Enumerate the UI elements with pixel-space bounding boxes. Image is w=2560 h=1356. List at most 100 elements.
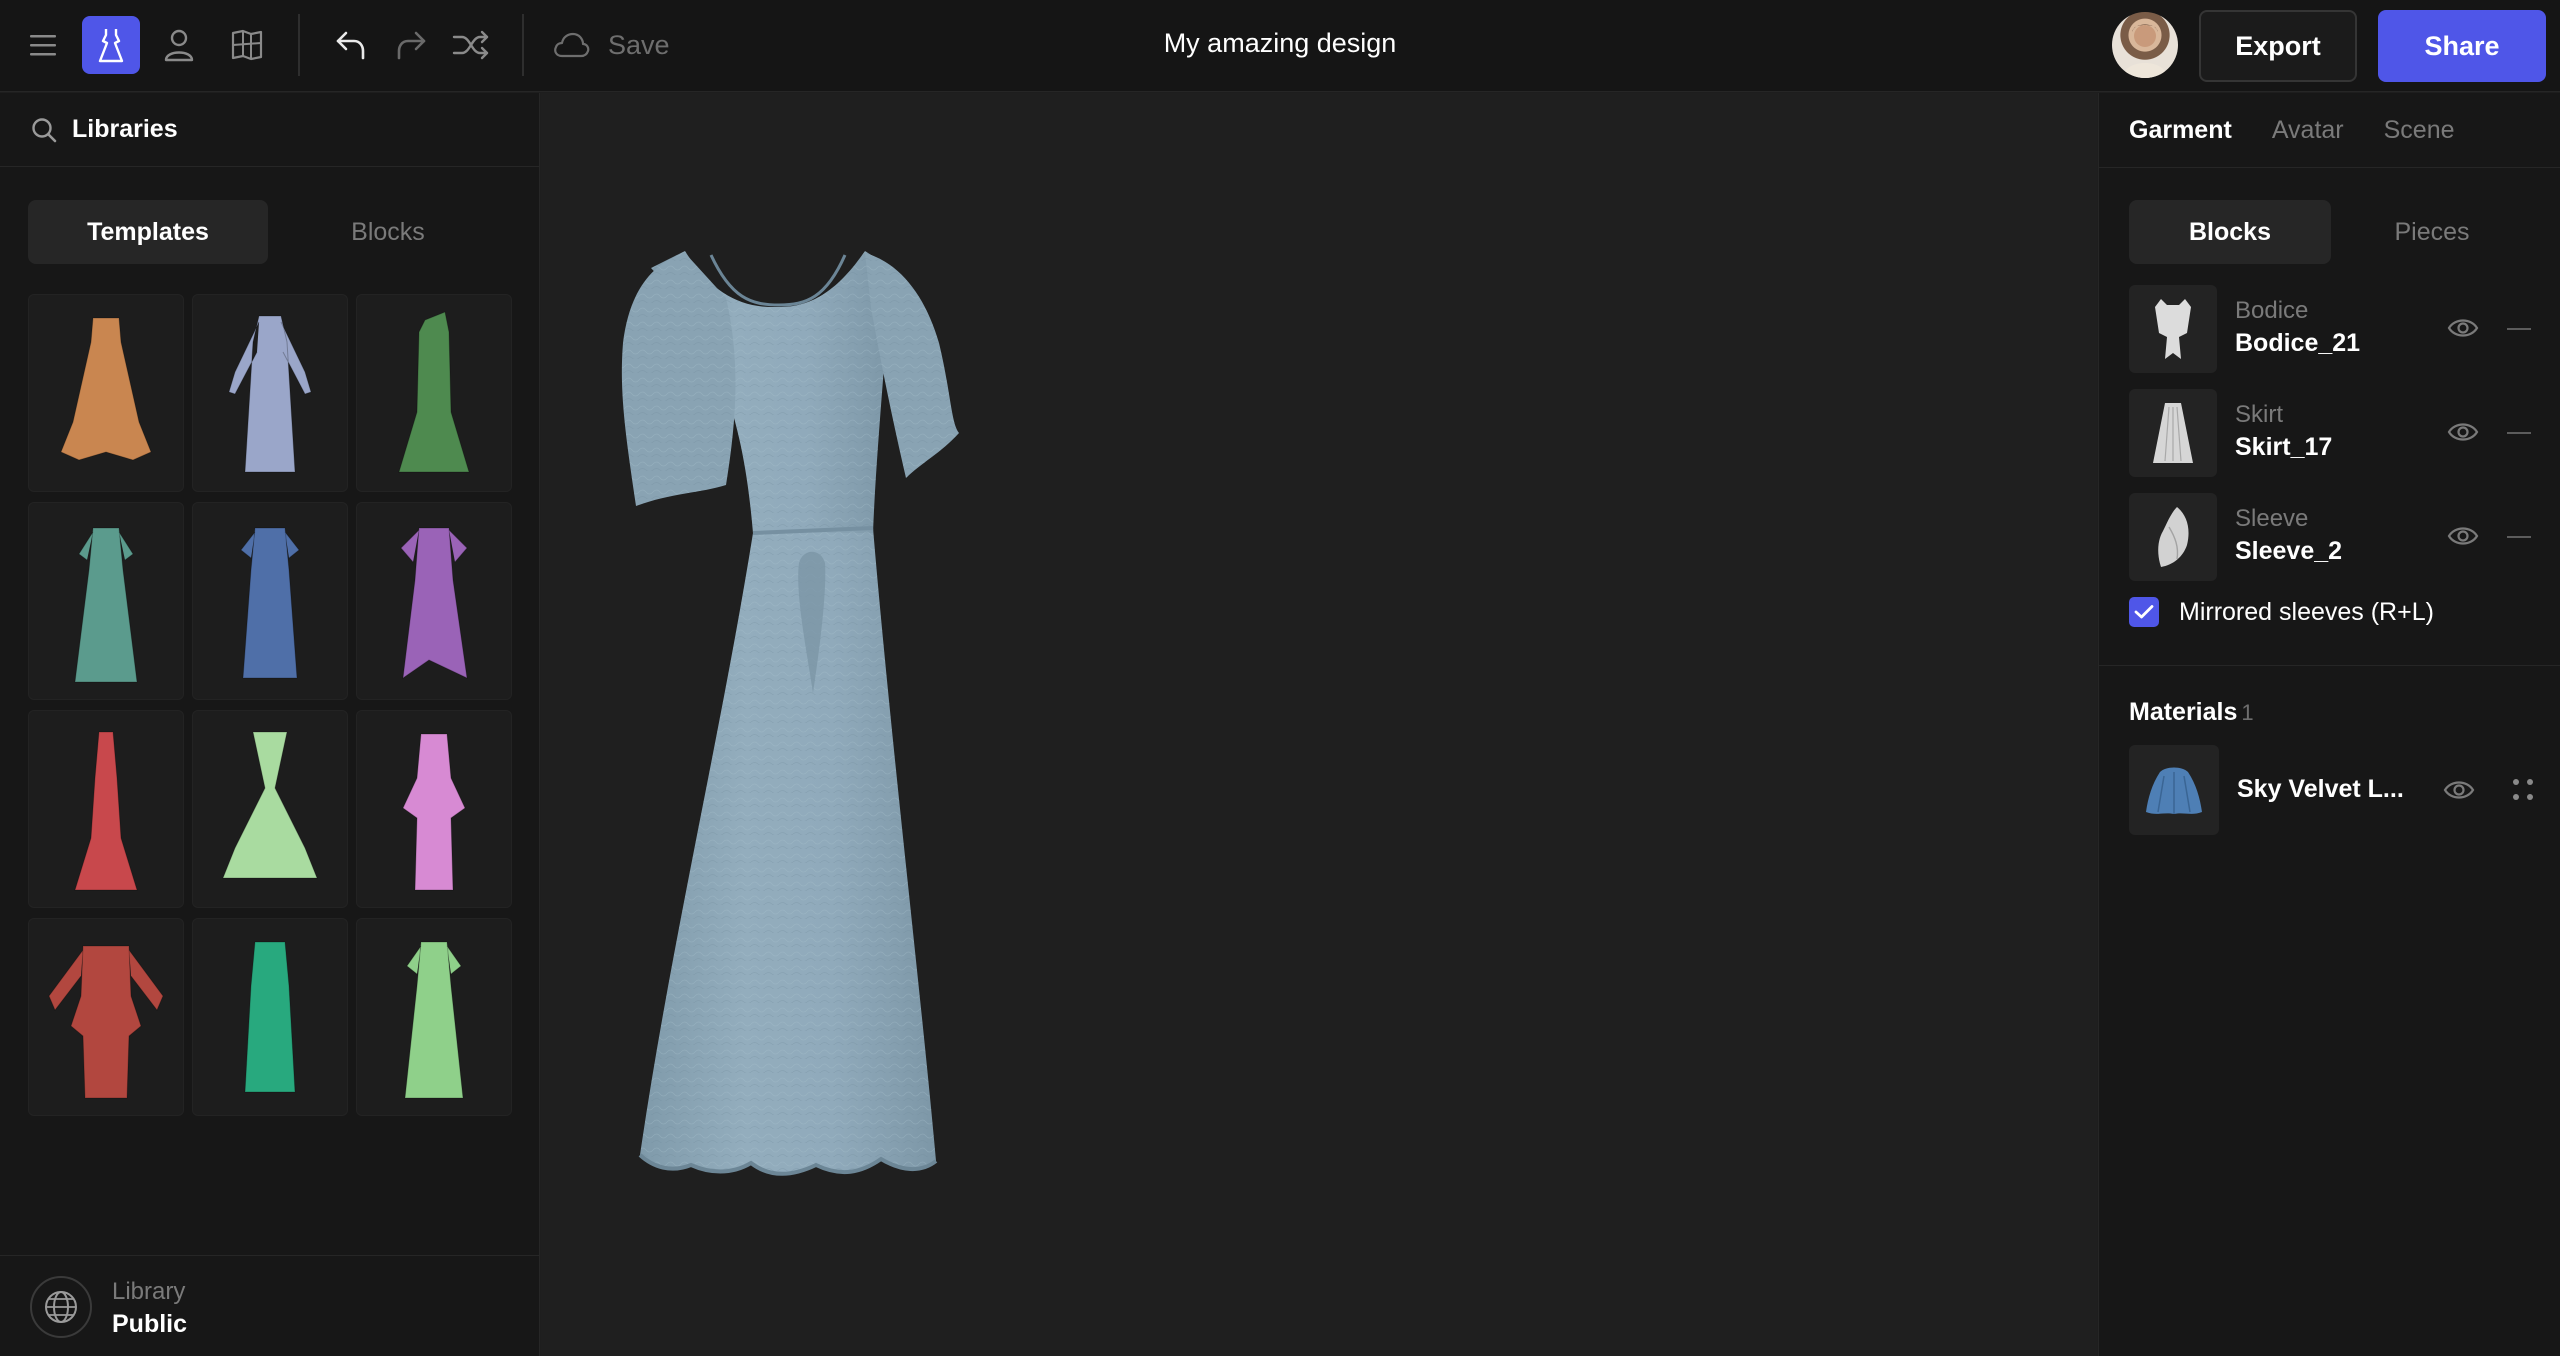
fabric-swatch-icon bbox=[2146, 767, 2202, 814]
template-tile[interactable] bbox=[192, 710, 348, 908]
material-name: Sky Velvet L... bbox=[2237, 775, 2404, 803]
eye-icon[interactable] bbox=[2447, 523, 2479, 549]
remove-block-button[interactable] bbox=[2507, 536, 2531, 538]
tab-avatar[interactable]: Avatar bbox=[2272, 116, 2344, 145]
template-tile[interactable] bbox=[192, 918, 348, 1116]
dress-pink-peplum-icon bbox=[402, 733, 466, 891]
materials-count: 1 bbox=[2241, 700, 2254, 725]
template-tile[interactable] bbox=[192, 502, 348, 700]
eye-icon[interactable] bbox=[2447, 419, 2479, 445]
eye-icon[interactable] bbox=[2447, 315, 2479, 341]
material-thumbnail bbox=[2129, 745, 2219, 835]
properties-tabs: Garment Avatar Scene bbox=[2129, 93, 2455, 167]
block-caption: Bodice bbox=[2235, 297, 2309, 324]
library-selector[interactable]: Library Public bbox=[0, 1255, 540, 1356]
remove-block-button[interactable] bbox=[2507, 328, 2531, 330]
search-input[interactable]: Libraries bbox=[72, 115, 178, 144]
tab-blocks[interactable]: Blocks bbox=[2129, 200, 2331, 264]
dress-blue-sheath-icon bbox=[240, 527, 300, 679]
skirt-thumbnail bbox=[2129, 389, 2217, 477]
skirt-icon bbox=[2153, 403, 2193, 463]
checkmark-icon bbox=[2134, 605, 2154, 619]
sleeve-icon bbox=[2158, 507, 2189, 567]
dress-red-mermaid-icon bbox=[74, 731, 138, 891]
redo-button[interactable] bbox=[382, 16, 440, 74]
block-value: Bodice_21 bbox=[2235, 329, 2361, 357]
dress-purple-ruffle-icon bbox=[400, 527, 468, 680]
tab-garment[interactable]: Garment bbox=[2129, 116, 2232, 145]
top-bar: Save My amazing design Export Share bbox=[0, 0, 2560, 92]
avatar-mode-button[interactable] bbox=[150, 16, 208, 74]
library-panel: Libraries Templates Blocks Library Publi… bbox=[0, 93, 540, 1356]
dress-orange-ruffle-icon bbox=[60, 317, 152, 461]
block-row-bodice[interactable]: Bodice Bodice_21 bbox=[2129, 285, 2549, 373]
template-tile[interactable] bbox=[356, 918, 512, 1116]
user-avatar[interactable] bbox=[2112, 12, 2178, 78]
dress-mint-vneck-icon bbox=[222, 731, 318, 879]
export-button[interactable]: Export bbox=[2199, 10, 2357, 82]
toolbar-separator bbox=[298, 14, 300, 76]
eye-icon[interactable] bbox=[2443, 777, 2475, 803]
materials-title: Materials bbox=[2129, 698, 2238, 726]
dress-teal-tiered-icon bbox=[74, 527, 138, 683]
share-button[interactable]: Share bbox=[2378, 10, 2546, 82]
redo-icon bbox=[397, 31, 426, 60]
tab-blocks[interactable]: Blocks bbox=[268, 200, 508, 264]
library-search[interactable]: Libraries bbox=[0, 93, 540, 167]
block-value: Skirt_17 bbox=[2235, 433, 2333, 461]
template-tile[interactable] bbox=[356, 294, 512, 492]
material-row[interactable]: Sky Velvet L... bbox=[2129, 745, 2549, 835]
template-tile[interactable] bbox=[28, 294, 184, 492]
template-tile[interactable] bbox=[28, 710, 184, 908]
mirrored-sleeves-checkbox[interactable] bbox=[2129, 597, 2159, 627]
tab-pieces[interactable]: Pieces bbox=[2331, 200, 2533, 264]
search-icon bbox=[32, 117, 57, 142]
materials-heading: Materials 1 bbox=[2129, 698, 2254, 727]
library-value: Public bbox=[112, 1310, 188, 1338]
template-tile[interactable] bbox=[192, 294, 348, 492]
drag-handle-icon[interactable] bbox=[2513, 779, 2533, 801]
save-button[interactable]: Save bbox=[552, 22, 670, 68]
document-title[interactable]: My amazing design bbox=[1000, 28, 1560, 59]
dress-red-puffsleeve-icon bbox=[48, 945, 164, 1099]
bodice-icon bbox=[2155, 299, 2191, 359]
hamburger-icon bbox=[30, 35, 56, 56]
undo-icon bbox=[336, 31, 365, 60]
divider bbox=[2099, 167, 2560, 168]
randomize-button[interactable] bbox=[442, 16, 500, 74]
mirrored-sleeves-toggle[interactable]: Mirrored sleeves (R+L) bbox=[2129, 597, 2434, 627]
dress-green-mermaid-icon bbox=[398, 311, 470, 473]
template-tile[interactable] bbox=[356, 502, 512, 700]
undo-button[interactable] bbox=[322, 16, 380, 74]
tab-scene[interactable]: Scene bbox=[2384, 116, 2455, 145]
toolbar-separator bbox=[522, 14, 524, 76]
block-row-sleeve[interactable]: Sleeve Sleeve_2 bbox=[2129, 493, 2549, 581]
blocks-pieces-tabs: Blocks Pieces bbox=[2129, 200, 2533, 264]
cloud-icon bbox=[554, 32, 590, 58]
garment-mode-button[interactable] bbox=[82, 16, 140, 74]
dress-lightgreen-wrap-icon bbox=[404, 941, 464, 1099]
remove-block-button[interactable] bbox=[2507, 432, 2531, 434]
block-value: Sleeve_2 bbox=[2235, 537, 2343, 565]
save-label: Save bbox=[608, 29, 670, 60]
bodice-thumbnail bbox=[2129, 285, 2217, 373]
template-tile[interactable] bbox=[28, 502, 184, 700]
block-caption: Skirt bbox=[2235, 401, 2283, 428]
globe-icon bbox=[30, 1276, 92, 1338]
pattern-mode-button[interactable] bbox=[218, 16, 276, 74]
tab-templates[interactable]: Templates bbox=[28, 200, 268, 264]
mirrored-sleeves-label: Mirrored sleeves (R+L) bbox=[2179, 597, 2434, 626]
block-row-skirt[interactable]: Skirt Skirt_17 bbox=[2129, 389, 2549, 477]
template-grid bbox=[28, 294, 512, 1116]
user-photo-icon bbox=[2122, 24, 2168, 78]
template-tile[interactable] bbox=[28, 918, 184, 1116]
properties-panel: Garment Avatar Scene Blocks Pieces Bodic… bbox=[2098, 93, 2560, 1356]
dress-icon bbox=[98, 29, 124, 63]
shuffle-icon bbox=[452, 30, 489, 60]
template-tile[interactable] bbox=[356, 710, 512, 908]
menu-button[interactable] bbox=[14, 16, 72, 74]
dress-3d-model[interactable] bbox=[541, 93, 2097, 1356]
person-icon bbox=[164, 29, 194, 62]
divider bbox=[2099, 665, 2560, 666]
3d-viewport[interactable] bbox=[541, 93, 2097, 1356]
